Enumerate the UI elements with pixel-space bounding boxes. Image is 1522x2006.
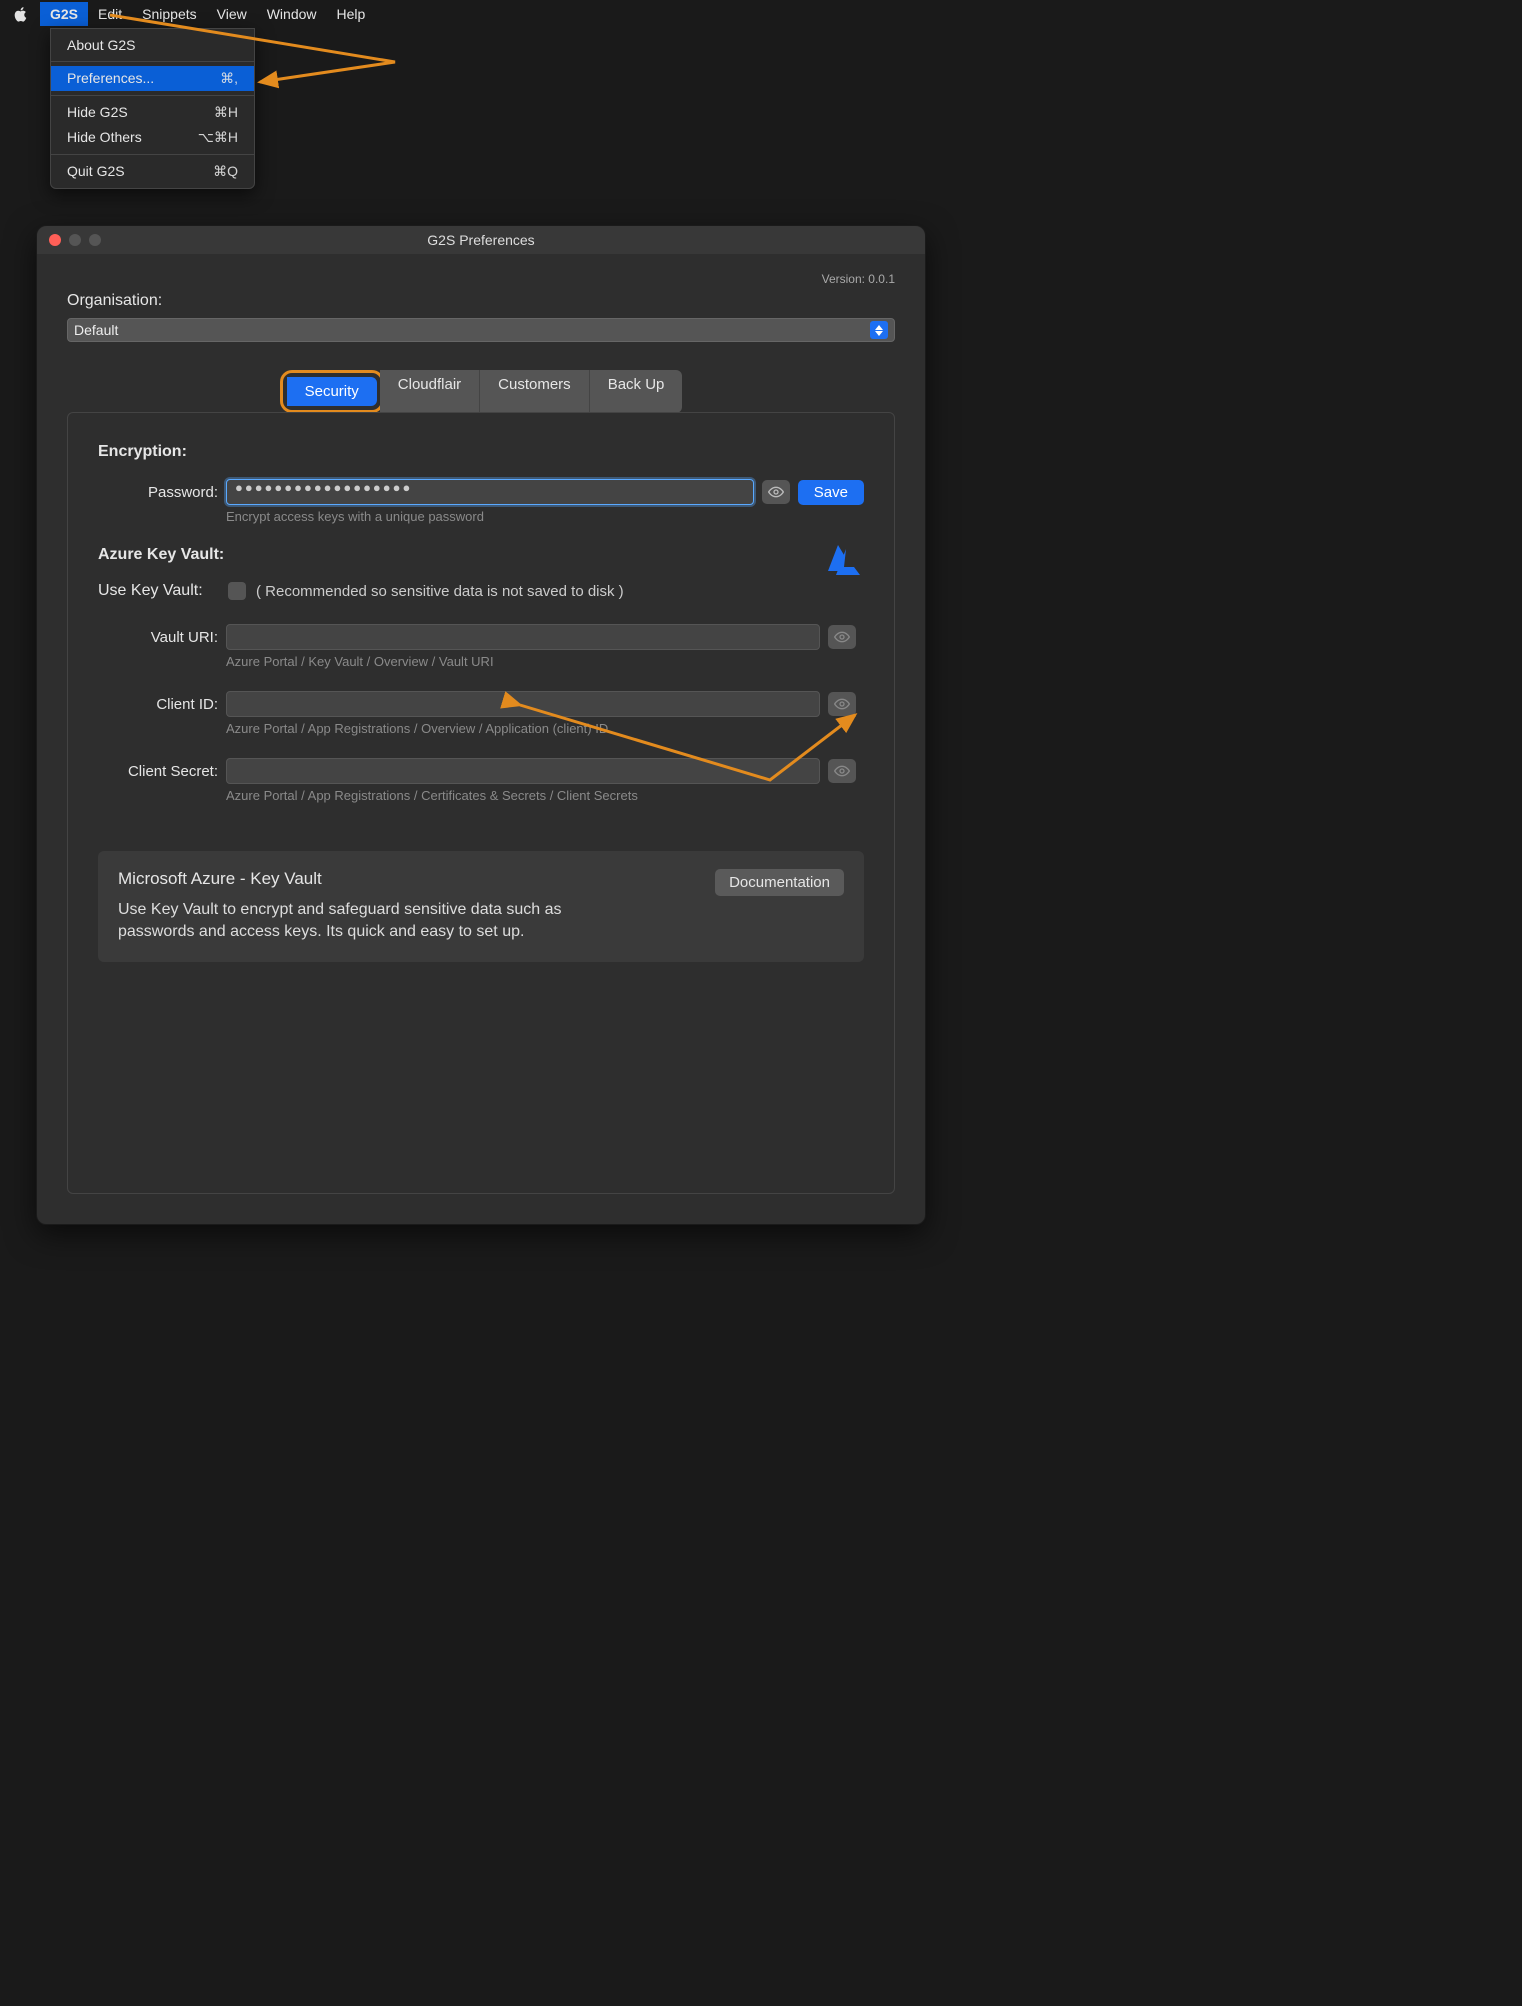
vault-uri-input[interactable] bbox=[226, 624, 820, 650]
menu-preferences-label: Preferences... bbox=[67, 70, 154, 87]
menu-edit[interactable]: Edit bbox=[88, 2, 132, 26]
client-secret-input[interactable] bbox=[226, 758, 820, 784]
vault-uri-label: Vault URI: bbox=[98, 629, 218, 646]
info-body: Use Key Vault to encrypt and safeguard s… bbox=[118, 899, 638, 944]
vault-uri-hint: Azure Portal / Key Vault / Overview / Va… bbox=[226, 654, 864, 669]
eye-icon bbox=[834, 631, 850, 643]
menu-separator bbox=[51, 95, 254, 96]
menu-hide-others-shortcut: ⌥⌘H bbox=[198, 129, 238, 146]
use-key-vault-checkbox[interactable] bbox=[228, 582, 246, 600]
encryption-heading: Encryption: bbox=[98, 443, 864, 461]
password-hint: Encrypt access keys with a unique passwo… bbox=[226, 509, 864, 524]
menu-app[interactable]: G2S bbox=[40, 2, 88, 26]
azure-vault-heading: Azure Key Vault: bbox=[98, 546, 864, 564]
menu-about[interactable]: About G2S bbox=[51, 33, 254, 57]
client-id-hint: Azure Portal / App Registrations / Overv… bbox=[226, 721, 864, 736]
menu-about-label: About G2S bbox=[67, 37, 136, 53]
password-label: Password: bbox=[98, 484, 218, 501]
info-box: Microsoft Azure - Key Vault Use Key Vaul… bbox=[98, 851, 864, 962]
preferences-body: Version: 0.0.1 Organisation: Default Sec… bbox=[37, 254, 925, 1224]
window-title: G2S Preferences bbox=[37, 232, 925, 248]
menu-window[interactable]: Window bbox=[257, 2, 327, 26]
use-key-vault-note: ( Recommended so sensitive data is not s… bbox=[256, 583, 864, 600]
save-button[interactable]: Save bbox=[798, 480, 864, 505]
reveal-client-id-button[interactable] bbox=[828, 692, 856, 716]
menu-preferences[interactable]: Preferences... ⌘, bbox=[51, 66, 254, 91]
eye-icon bbox=[768, 486, 784, 498]
menu-separator bbox=[51, 154, 254, 155]
menu-quit-shortcut: ⌘Q bbox=[213, 163, 238, 180]
documentation-button[interactable]: Documentation bbox=[715, 869, 844, 896]
menu-quit[interactable]: Quit G2S ⌘Q bbox=[51, 159, 254, 184]
use-key-vault-label: Use Key Vault: bbox=[98, 582, 218, 600]
menu-hide-others-label: Hide Others bbox=[67, 129, 142, 146]
menu-preferences-shortcut: ⌘, bbox=[220, 70, 238, 87]
menu-help[interactable]: Help bbox=[327, 2, 376, 26]
organisation-value: Default bbox=[74, 322, 118, 338]
info-title: Microsoft Azure - Key Vault bbox=[118, 869, 638, 889]
app-menu-dropdown: About G2S Preferences... ⌘, Hide G2S ⌘H … bbox=[50, 28, 255, 189]
password-input[interactable]: ●●●●●●●●●●●●●●●●●● bbox=[226, 479, 754, 505]
tab-backup[interactable]: Back Up bbox=[590, 370, 683, 413]
menu-hide-others[interactable]: Hide Others ⌥⌘H bbox=[51, 125, 254, 150]
menu-separator bbox=[51, 61, 254, 62]
organisation-select[interactable]: Default bbox=[67, 318, 895, 342]
client-id-input[interactable] bbox=[226, 691, 820, 717]
tab-security[interactable]: Security bbox=[287, 377, 377, 406]
reveal-client-secret-button[interactable] bbox=[828, 759, 856, 783]
menu-view[interactable]: View bbox=[207, 2, 257, 26]
annotation-highlight: Security bbox=[280, 370, 384, 413]
titlebar: G2S Preferences bbox=[37, 226, 925, 254]
tab-customers[interactable]: Customers bbox=[480, 370, 590, 413]
version-label: Version: 0.0.1 bbox=[67, 272, 895, 286]
menu-hide-shortcut: ⌘H bbox=[214, 104, 238, 121]
menu-hide-label: Hide G2S bbox=[67, 104, 128, 121]
menu-snippets[interactable]: Snippets bbox=[132, 2, 206, 26]
menubar: G2S Edit Snippets View Window Help bbox=[0, 0, 960, 28]
apple-icon bbox=[12, 5, 30, 23]
chevron-updown-icon bbox=[870, 321, 888, 339]
organisation-label: Organisation: bbox=[67, 292, 895, 310]
azure-icon bbox=[824, 543, 864, 575]
client-secret-hint: Azure Portal / App Registrations / Certi… bbox=[226, 788, 864, 803]
client-secret-label: Client Secret: bbox=[98, 763, 218, 780]
eye-icon bbox=[834, 765, 850, 777]
preferences-window: G2S Preferences Version: 0.0.1 Organisat… bbox=[36, 225, 926, 1225]
reveal-password-button[interactable] bbox=[762, 480, 790, 504]
menu-quit-label: Quit G2S bbox=[67, 163, 125, 180]
tab-panel: Encryption: Password: ●●●●●●●●●●●●●●●●●●… bbox=[67, 412, 895, 1194]
tab-cloudflair[interactable]: Cloudflair bbox=[380, 370, 480, 413]
reveal-vault-uri-button[interactable] bbox=[828, 625, 856, 649]
tabs: Security Cloudflair Customers Back Up bbox=[67, 370, 895, 413]
client-id-label: Client ID: bbox=[98, 696, 218, 713]
menu-hide[interactable]: Hide G2S ⌘H bbox=[51, 100, 254, 125]
eye-icon bbox=[834, 698, 850, 710]
